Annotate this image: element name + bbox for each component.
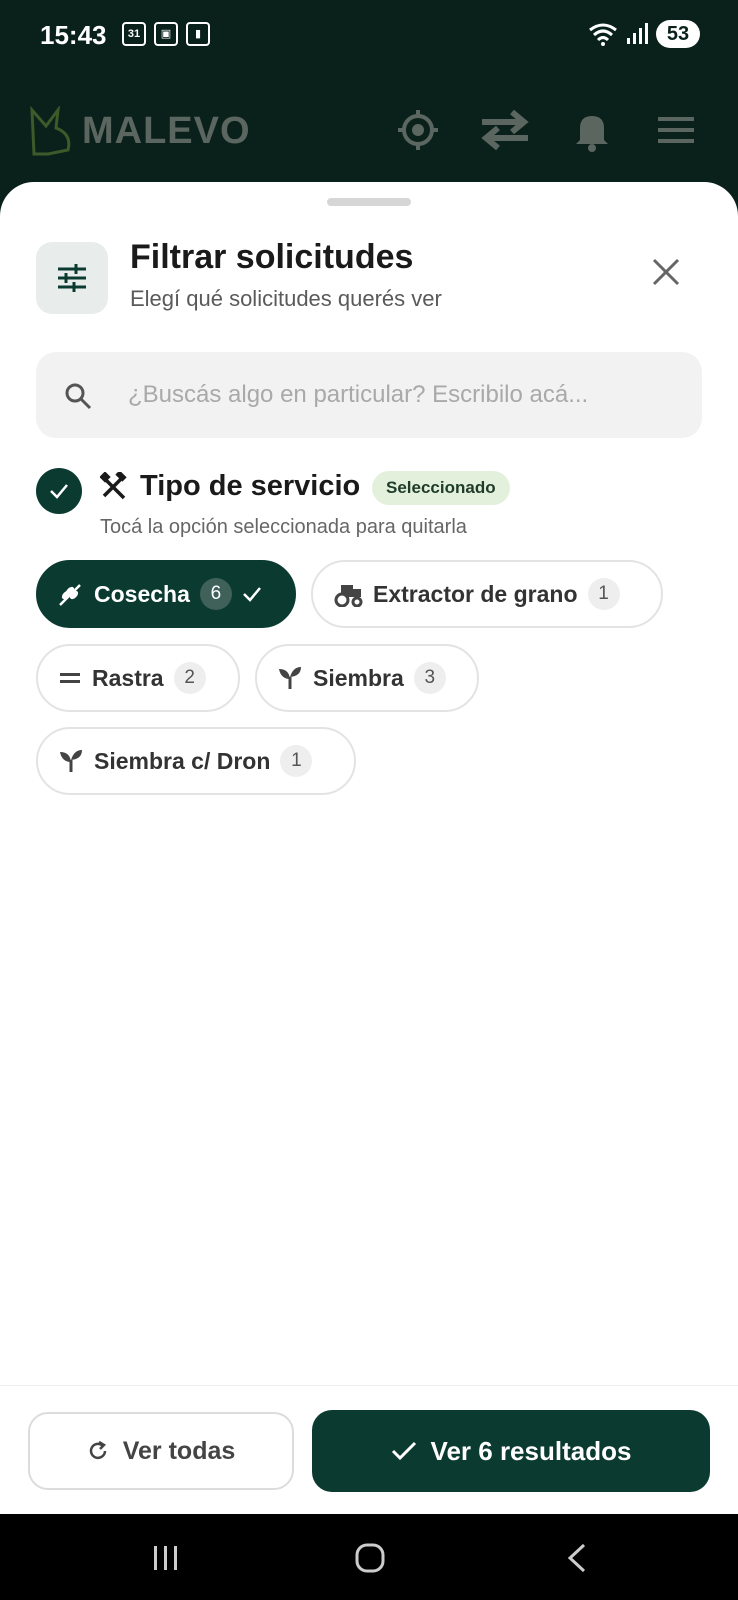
section-check-icon [36, 468, 82, 514]
chip-siembra-c-dron[interactable]: Siembra c/ Dron 1 [36, 727, 356, 795]
sprout-icon [60, 750, 82, 772]
recents-icon[interactable] [150, 1542, 182, 1574]
chip-label: Siembra c/ Dron [94, 747, 271, 774]
rabbit-logo-icon [30, 106, 71, 156]
chip-rastra[interactable]: Rastra 2 [36, 644, 240, 712]
status-bar: 15:43 31 ▣ ▮ 53 [0, 0, 738, 72]
chip-count: 3 [413, 662, 446, 694]
battery-indicator: 53 [656, 20, 700, 48]
chip-label: Siembra [313, 664, 404, 691]
search-icon [65, 383, 92, 410]
system-nav-bar [0, 1514, 738, 1600]
menu-icon[interactable] [654, 108, 698, 152]
brand-name: MALEVO [82, 109, 251, 152]
signal-icon [627, 23, 648, 44]
chip-cosecha[interactable]: Cosecha 6 [36, 560, 296, 628]
home-icon[interactable] [354, 1542, 386, 1574]
chip-label: Extractor de grano [373, 580, 578, 607]
tools-icon [100, 472, 127, 500]
sliders-icon [58, 264, 86, 292]
back-icon[interactable] [562, 1542, 594, 1574]
chip-extractor-de-grano[interactable]: Extractor de grano 1 [311, 560, 663, 628]
reset-button-label: Ver todas [122, 1436, 236, 1465]
sheet-drag-handle[interactable] [327, 198, 411, 206]
wheat-icon [59, 584, 81, 606]
brand-logo: MALEVO [28, 106, 251, 156]
chip-count: 2 [173, 662, 206, 694]
sheet-subtitle: Elegí qué solicitudes querés ver [130, 286, 442, 311]
bell-icon[interactable] [570, 108, 614, 152]
locate-icon[interactable] [396, 108, 440, 152]
screenshot-notification-icon: ▣ [154, 22, 178, 46]
app-notification-icon: ▮ [186, 22, 210, 46]
apply-button-label: Ver 6 resultados [430, 1435, 632, 1466]
swap-icon[interactable] [478, 108, 532, 152]
chip-count: 6 [199, 578, 232, 610]
check-icon [391, 1441, 416, 1461]
tractor-icon [334, 585, 363, 607]
chip-siembra[interactable]: Siembra 3 [255, 644, 479, 712]
equals-icon [60, 673, 80, 683]
chip-label: Rastra [92, 664, 164, 691]
filter-sheet: Filtrar solicitudes Elegí qué solicitude… [0, 182, 738, 1514]
wifi-icon [589, 23, 617, 46]
refresh-icon [89, 1440, 106, 1460]
check-icon [242, 587, 261, 602]
search-input[interactable] [128, 372, 688, 418]
sheet-footer: Ver todas Ver 6 resultados [0, 1385, 738, 1514]
sheet-title: Filtrar solicitudes [130, 238, 414, 276]
filter-header-badge [36, 242, 108, 314]
calendar-notification-icon: 31 [122, 22, 146, 46]
apply-filter-button[interactable]: Ver 6 resultados [312, 1410, 710, 1492]
app-header: MALEVO [0, 72, 738, 182]
sprout-icon [279, 667, 301, 689]
section-hint: Tocá la opción seleccionada para quitarl… [100, 516, 467, 538]
reset-button[interactable]: Ver todas [28, 1412, 294, 1490]
chip-label: Cosecha [94, 580, 190, 607]
chip-count: 1 [587, 578, 620, 610]
status-time: 15:43 [40, 20, 107, 50]
chip-count: 1 [280, 745, 313, 777]
close-icon[interactable] [648, 254, 684, 290]
selected-badge: Seleccionado [372, 471, 510, 505]
section-title: Tipo de servicio [140, 470, 361, 502]
search-box [36, 352, 702, 438]
